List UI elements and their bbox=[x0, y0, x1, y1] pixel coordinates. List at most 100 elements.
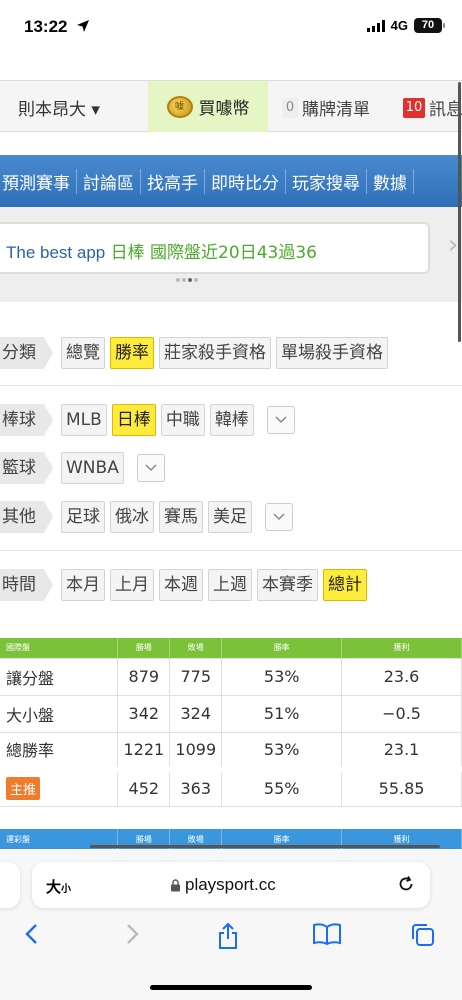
nav-item-data[interactable]: 數據 bbox=[367, 168, 414, 194]
nav-item-live-score[interactable]: 即時比分 bbox=[205, 168, 286, 194]
buy-coin-button[interactable]: 噱 買噱幣 bbox=[148, 81, 268, 132]
bookmarks-icon[interactable] bbox=[312, 922, 342, 950]
ad-text-en: The best app bbox=[6, 243, 106, 262]
chip-horse-racing[interactable]: 賽馬 bbox=[159, 501, 203, 533]
forward-icon[interactable] bbox=[122, 922, 142, 950]
cell-profit: 23.1 bbox=[341, 731, 462, 770]
share-icon[interactable] bbox=[216, 922, 240, 954]
cell-win-rate: 55% bbox=[221, 768, 343, 807]
chip-npb[interactable]: 日棒 bbox=[111, 404, 156, 436]
chevron-down-icon[interactable] bbox=[265, 503, 293, 531]
buy-coin-label: 買噱幣 bbox=[198, 99, 250, 119]
chip-cpbl[interactable]: 中職 bbox=[160, 404, 205, 436]
filter-label-other: 其他 bbox=[0, 501, 53, 533]
status-time: 13:22 bbox=[24, 17, 68, 36]
col-header-market: 國際盤 bbox=[0, 638, 119, 658]
row-label: 主推 bbox=[0, 768, 119, 807]
col-header-profit: 獲利 bbox=[341, 638, 462, 658]
filter-row-category: 分類 總覽 勝率 莊家殺手資格 單場殺手資格 bbox=[0, 337, 388, 369]
network-type: 4G bbox=[390, 18, 408, 33]
cell-wins: 879 bbox=[117, 657, 171, 696]
filter-label-basketball: 籃球 bbox=[0, 452, 53, 484]
divider bbox=[0, 550, 462, 551]
chevron-down-icon[interactable] bbox=[266, 406, 295, 434]
message-link[interactable]: 10 訊息 bbox=[403, 95, 462, 120]
cell-wins: 1221 bbox=[117, 731, 171, 770]
chip-kbo[interactable]: 韓棒 bbox=[209, 404, 254, 436]
nav-item-forum[interactable]: 討論區 bbox=[77, 168, 141, 194]
location-arrow-icon bbox=[76, 18, 90, 37]
cart-label: 購牌清單 bbox=[302, 100, 370, 120]
cell-win-rate: 51% bbox=[221, 694, 343, 733]
chip-nfl[interactable]: 美足 bbox=[208, 501, 252, 533]
chevron-right-icon[interactable]: › bbox=[448, 230, 458, 260]
coin-icon: 噱 bbox=[166, 95, 193, 118]
cell-losses: 1099 bbox=[169, 731, 223, 770]
chip-total[interactable]: 總計 bbox=[323, 569, 367, 601]
home-indicator[interactable] bbox=[150, 985, 312, 990]
nav-item-experts[interactable]: 找高手 bbox=[141, 168, 205, 194]
url-text: playsport.cc bbox=[170, 875, 276, 895]
nav-item-player-search[interactable]: 玩家搜尋 bbox=[286, 168, 367, 194]
username-menu[interactable]: 則本昂大 ▾ bbox=[18, 95, 100, 120]
vertical-scrollbar[interactable] bbox=[458, 82, 461, 342]
nav-item-predict[interactable]: 預測賽事 bbox=[0, 168, 77, 194]
carousel-dots bbox=[176, 278, 198, 282]
cell-losses: 775 bbox=[169, 657, 223, 696]
cell-wins: 342 bbox=[117, 694, 171, 733]
user-bar: 則本昂大 ▾ 噱 買噱幣 0 購牌清單 10 訊息 bbox=[0, 80, 462, 132]
chip-last-month[interactable]: 上月 bbox=[110, 569, 154, 601]
chip-last-week[interactable]: 上週 bbox=[208, 569, 252, 601]
row-label: 大小盤 bbox=[0, 694, 119, 733]
previous-tab-peek[interactable] bbox=[0, 862, 20, 908]
chip-soccer[interactable]: 足球 bbox=[61, 501, 105, 533]
table-row: 大小盤 342 324 51% −0.5 bbox=[0, 694, 462, 733]
cell-profit: 55.85 bbox=[341, 768, 462, 807]
chip-overview[interactable]: 總覽 bbox=[61, 337, 105, 369]
ad-banner[interactable]: The best app 日棒 國際盤近20日43過36 bbox=[0, 222, 430, 274]
chip-bookie-killer[interactable]: 莊家殺手資格 bbox=[159, 337, 271, 369]
table-row-featured: 主推 452 363 55% 55.85 bbox=[0, 768, 462, 807]
chip-this-week[interactable]: 本週 bbox=[159, 569, 203, 601]
status-right: 4G 70 bbox=[366, 18, 445, 33]
row-label: 讓分盤 bbox=[0, 657, 119, 696]
chip-win-rate[interactable]: 勝率 bbox=[110, 337, 154, 369]
message-count-badge: 10 bbox=[403, 97, 425, 118]
row-label: 總勝率 bbox=[0, 731, 119, 770]
cell-wins: 452 bbox=[117, 768, 171, 807]
status-bar: 13:22 4G 70 bbox=[0, 0, 462, 58]
ad-text-cn: 日棒 國際盤近20日43過36 bbox=[110, 243, 317, 263]
cell-win-rate: 53% bbox=[221, 657, 343, 696]
cell-profit: −0.5 bbox=[341, 694, 462, 733]
toolbar-buttons bbox=[0, 922, 462, 958]
main-nav: 預測賽事 討論區 找高手 即時比分 玩家搜尋 數據 bbox=[0, 155, 462, 207]
cart-link[interactable]: 0 購牌清單 bbox=[282, 95, 370, 120]
cell-profit: 23.6 bbox=[341, 657, 462, 696]
text-size-button[interactable]: 大小 bbox=[46, 876, 71, 897]
col-header-losses: 敗場 bbox=[169, 638, 223, 658]
chip-mlb[interactable]: MLB bbox=[61, 404, 107, 436]
chip-this-month[interactable]: 本月 bbox=[61, 569, 105, 601]
chevron-down-icon[interactable] bbox=[136, 454, 165, 482]
reload-icon[interactable] bbox=[396, 874, 416, 898]
signal-icon bbox=[366, 19, 385, 32]
filter-row-time: 時間 本月 上月 本週 上週 本賽季 總計 bbox=[0, 569, 367, 601]
chip-khl[interactable]: 俄冰 bbox=[110, 501, 154, 533]
address-bar[interactable]: 大小 playsport.cc bbox=[32, 862, 430, 908]
browser-toolbar: 大小 playsport.cc bbox=[0, 850, 462, 1000]
chip-wnba[interactable]: WNBA bbox=[61, 452, 124, 484]
cell-losses: 324 bbox=[169, 694, 223, 733]
lock-icon bbox=[171, 878, 180, 891]
chip-this-season[interactable]: 本賽季 bbox=[257, 569, 318, 601]
horizontal-scrollbar[interactable] bbox=[90, 845, 440, 848]
battery-icon: 70 bbox=[414, 18, 445, 33]
table-row: 讓分盤 879 775 53% 23.6 bbox=[0, 657, 462, 696]
tabs-icon[interactable] bbox=[410, 922, 436, 952]
filter-row-other: 其他 足球 俄冰 賽馬 美足 bbox=[0, 501, 293, 533]
back-icon[interactable] bbox=[22, 922, 42, 950]
divider bbox=[0, 385, 462, 386]
chip-single-killer[interactable]: 單場殺手資格 bbox=[276, 337, 388, 369]
filter-label-time: 時間 bbox=[0, 569, 53, 601]
table-row: 總勝率 1221 1099 53% 23.1 bbox=[0, 731, 462, 770]
cell-losses: 363 bbox=[169, 768, 223, 807]
